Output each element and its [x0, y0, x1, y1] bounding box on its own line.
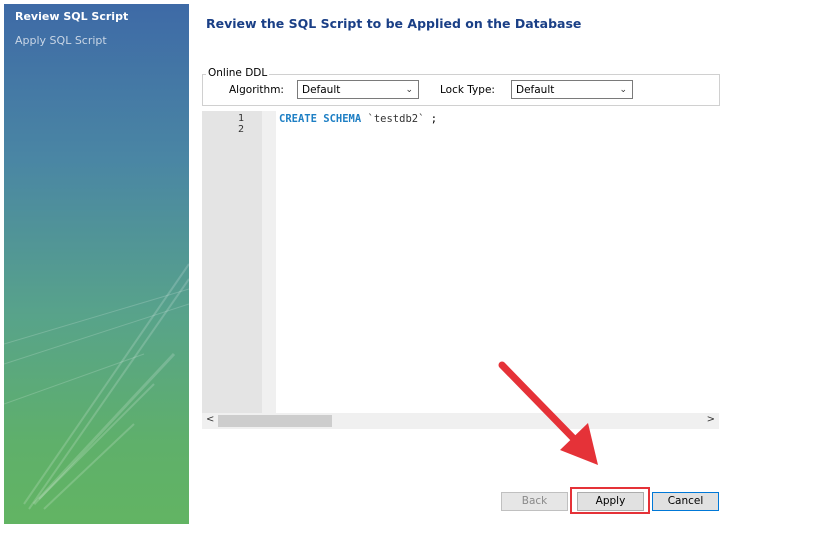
sidebar-decoration [4, 263, 189, 510]
scroll-right-icon[interactable]: > [707, 414, 715, 425]
lock-type-label: Lock Type: [440, 84, 495, 96]
page-title: Review the SQL Script to be Applied on t… [206, 16, 582, 31]
sql-identifier: `testdb2` [367, 113, 425, 125]
sidebar-item-review-sql-script[interactable]: Review SQL Script [15, 10, 128, 23]
algorithm-label: Algorithm: [229, 84, 284, 96]
chevron-down-icon: ⌄ [619, 85, 627, 95]
line-number: 1 [237, 113, 244, 124]
line-number: 2 [237, 124, 244, 135]
sql-code-line[interactable]: CREATE SCHEMA `testdb2` ; [279, 113, 437, 125]
scrollbar-thumb[interactable] [218, 415, 332, 427]
chevron-down-icon: ⌄ [405, 85, 413, 95]
sql-keyword: CREATE SCHEMA [279, 113, 362, 125]
sql-editor[interactable]: 1 2 CREATE SCHEMA `testdb2` ; < > [202, 111, 719, 429]
wizard-sidebar: Review SQL Script Apply SQL Script [4, 4, 189, 524]
algorithm-select[interactable]: Default ⌄ [297, 80, 419, 99]
lock-type-select-value: Default [516, 84, 555, 96]
back-button[interactable]: Back [501, 492, 568, 511]
apply-button[interactable]: Apply [577, 492, 644, 511]
horizontal-scrollbar[interactable]: < > [202, 413, 719, 429]
sql-terminator: ; [430, 113, 438, 125]
cancel-button[interactable]: Cancel [652, 492, 719, 511]
line-number-gutter: 1 2 [202, 111, 262, 413]
online-ddl-legend: Online DDL [206, 67, 270, 79]
scroll-left-icon[interactable]: < [206, 414, 214, 425]
sidebar-item-apply-sql-script[interactable]: Apply SQL Script [15, 34, 107, 47]
lock-type-select[interactable]: Default ⌄ [511, 80, 633, 99]
annotation-arrow-icon [498, 361, 598, 465]
algorithm-select-value: Default [302, 84, 341, 96]
fold-margin [262, 111, 276, 413]
